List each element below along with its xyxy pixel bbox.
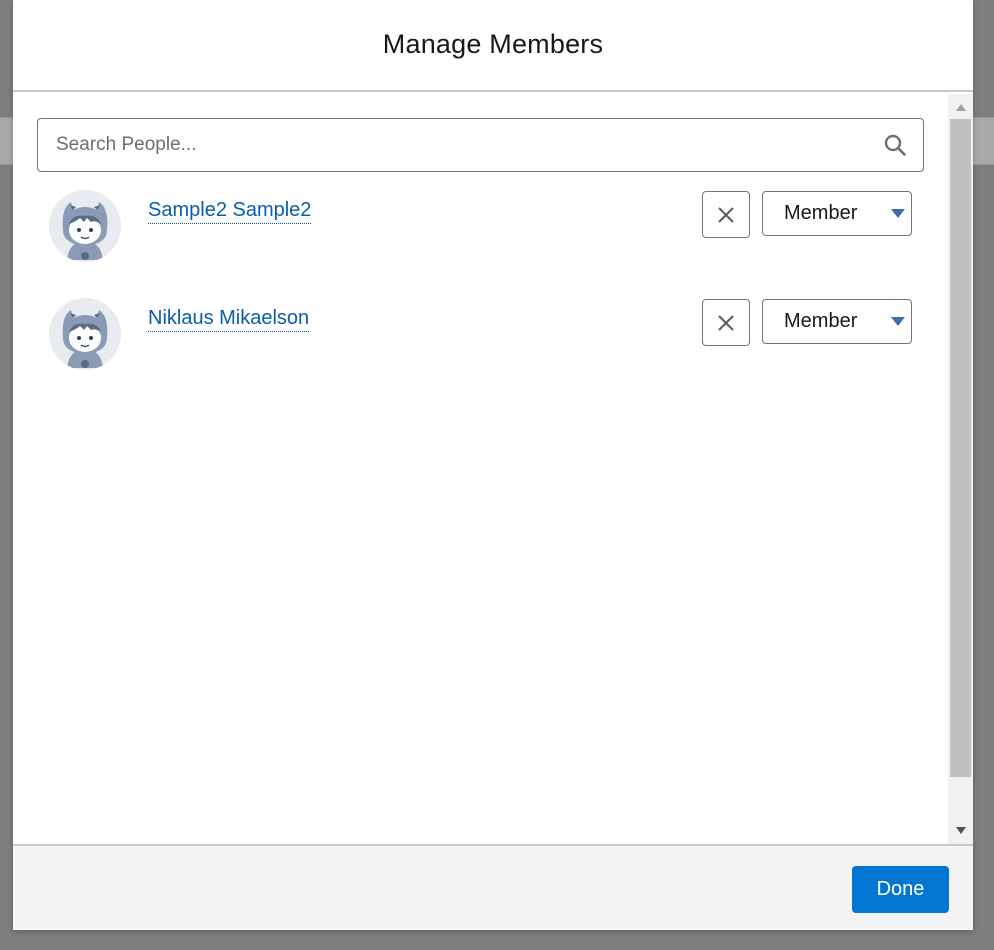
close-icon: [718, 314, 734, 331]
role-select-value: Member: [784, 310, 858, 332]
background-toolbar-right: [973, 117, 994, 165]
remove-member-button[interactable]: [702, 191, 750, 238]
modal-title: Manage Members: [382, 28, 604, 59]
member-name-link[interactable]: Niklaus Mikaelson: [148, 306, 310, 332]
default-user-avatar-icon: [49, 190, 121, 262]
background-toolbar-left: [0, 117, 13, 165]
search-people-input[interactable]: [38, 119, 883, 171]
modal-body: Sample2 Sample2 Member: [13, 94, 973, 844]
scrollbar-thumb[interactable]: [950, 119, 971, 777]
member-name-link[interactable]: Sample2 Sample2: [148, 198, 312, 224]
remove-member-button[interactable]: [702, 299, 750, 346]
member-row: Sample2 Sample2 Member: [13, 190, 948, 280]
search-icon[interactable]: [883, 133, 907, 157]
chevron-down-icon: [891, 317, 905, 326]
vertical-scrollbar[interactable]: [948, 94, 973, 844]
member-row: Niklaus Mikaelson Member: [13, 298, 948, 388]
default-user-avatar-icon: [49, 298, 121, 370]
role-select[interactable]: Member: [762, 299, 912, 344]
scroll-down-arrow-icon[interactable]: [956, 827, 966, 834]
done-button[interactable]: Done: [852, 866, 949, 913]
manage-members-modal: Manage Members Search People... Sample2 …: [13, 0, 973, 930]
modal-footer: Done: [13, 844, 973, 930]
close-icon: [718, 206, 734, 223]
search-box: [37, 118, 924, 172]
role-select[interactable]: Member: [762, 191, 912, 236]
chevron-down-icon: [891, 209, 905, 218]
scroll-up-arrow-icon[interactable]: [956, 104, 966, 111]
modal-header: Manage Members: [13, 0, 973, 92]
role-select-value: Member: [784, 202, 858, 224]
